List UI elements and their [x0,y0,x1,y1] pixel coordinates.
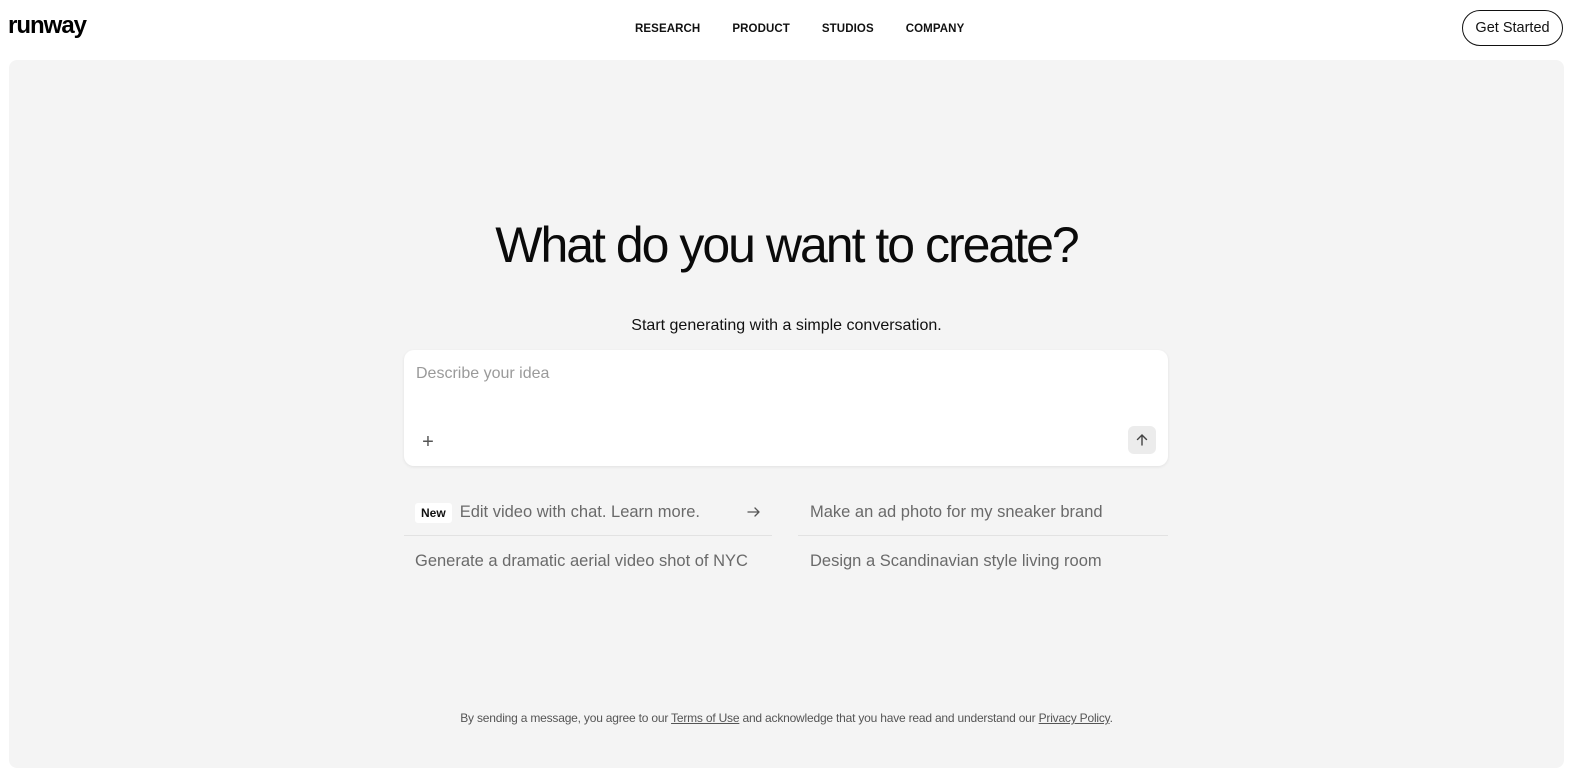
legal-notice: By sending a message, you agree to our T… [0,711,1573,725]
runway-logo[interactable]: runway [8,12,87,40]
legal-prefix: By sending a message, you agree to our [460,711,669,725]
get-started-button[interactable]: Get Started [1462,10,1563,46]
privacy-link[interactable]: Privacy Policy [1039,711,1110,725]
suggestions: New Edit video with chat. Learn more. Ma… [404,490,1168,580]
prompt-box: + [404,350,1168,466]
suggestion-edit-video[interactable]: New Edit video with chat. Learn more. [404,490,772,536]
top-bar: runway RESEARCH PRODUCT STUDIOS COMPANY … [0,0,1573,58]
terms-link[interactable]: Terms of Use [671,711,739,725]
suggestion-aerial-video[interactable]: Generate a dramatic aerial video shot of… [404,538,772,584]
legal-suffix: . [1109,711,1113,725]
nav-studios[interactable]: STUDIOS [822,23,874,35]
main-nav: RESEARCH PRODUCT STUDIOS COMPANY [635,23,964,35]
suggestion-living-room[interactable]: Design a Scandinavian style living room [798,538,1168,584]
legal-middle: and acknowledge that you have read and u… [742,711,1036,725]
suggestion-ad-photo[interactable]: Make an ad photo for my sneaker brand [798,490,1168,536]
plus-icon[interactable]: + [418,430,438,454]
nav-research[interactable]: RESEARCH [635,23,700,35]
new-badge: New [415,502,452,523]
suggestion-label: Edit video with chat. Learn more. [459,503,700,521]
nav-product[interactable]: PRODUCT [732,23,790,35]
arrow-right-icon [747,507,760,517]
suggestion-label: Generate a dramatic aerial video shot of… [415,551,748,570]
suggestion-label: Make an ad photo for my sneaker brand [810,503,1103,521]
send-button[interactable] [1128,426,1156,454]
suggestion-label: Design a Scandinavian style living room [810,551,1102,570]
page-title: What do you want to create? [495,217,1079,273]
nav-company[interactable]: COMPANY [906,23,965,35]
arrow-up-icon [1136,434,1148,446]
page-subtitle: Start generating with a simple conversat… [631,317,942,334]
prompt-input[interactable] [416,362,1116,386]
